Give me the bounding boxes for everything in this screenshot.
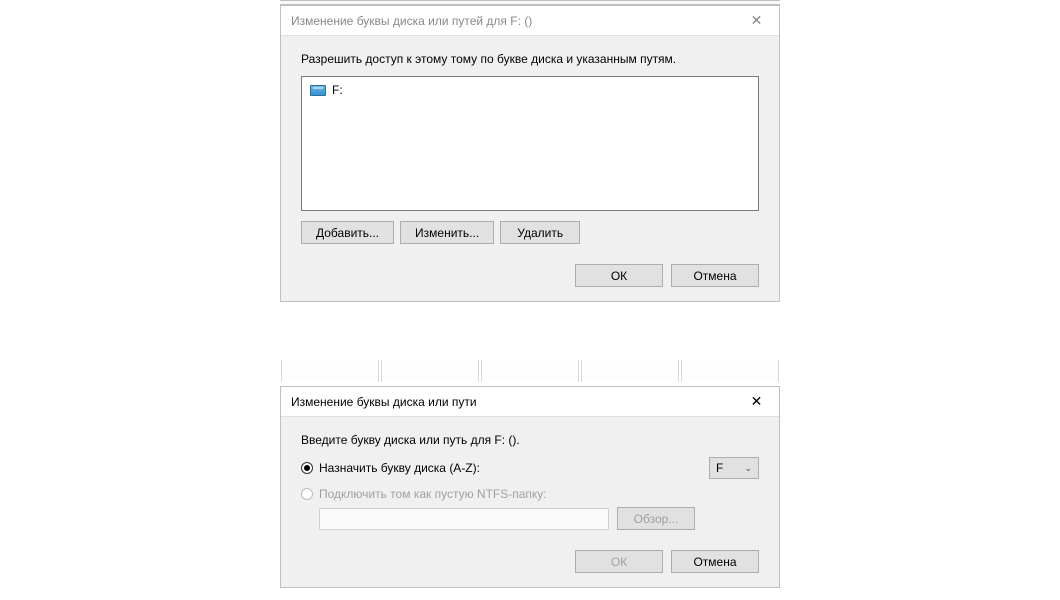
- chevron-down-icon: ⌄: [744, 463, 752, 474]
- dialog2-title: Изменение буквы диска или пути: [291, 395, 477, 409]
- dialog2-body: Введите букву диска или путь для F: (). …: [281, 417, 779, 587]
- close-button-1[interactable]: ✕: [734, 6, 779, 36]
- drive-paths-dialog: Изменение буквы диска или путей для F: (…: [280, 5, 780, 302]
- dialog1-instruction: Разрешить доступ к этому тому по букве д…: [301, 52, 759, 66]
- dialog2-instruction: Введите букву диска или путь для F: ().: [301, 433, 759, 447]
- drive-letter-select[interactable]: F ⌄: [709, 457, 759, 479]
- mount-folder-row: Подключить том как пустую NTFS-папку:: [301, 487, 759, 501]
- edit-button-row: Добавить... Изменить... Удалить: [301, 221, 759, 244]
- cancel-button-1[interactable]: Отмена: [671, 264, 759, 287]
- titlebar-1: Изменение буквы диска или путей для F: (…: [281, 6, 779, 36]
- selected-letter: F: [716, 461, 723, 475]
- ok-button-1[interactable]: ОК: [575, 264, 663, 287]
- add-button[interactable]: Добавить...: [301, 221, 394, 244]
- change-button[interactable]: Изменить...: [400, 221, 494, 244]
- close-button-2[interactable]: ✕: [734, 387, 779, 417]
- divider-seg: [381, 360, 479, 382]
- divider-seg: [281, 360, 379, 382]
- change-letter-dialog: Изменение буквы диска или пути ✕ Введите…: [280, 386, 780, 588]
- radio-mount-label: Подключить том как пустую NTFS-папку:: [319, 487, 547, 501]
- divider-seg: [481, 360, 579, 382]
- close-icon: ✕: [751, 12, 763, 29]
- assign-letter-row: Назначить букву диска (A-Z): F ⌄: [301, 457, 759, 479]
- dialog1-title: Изменение буквы диска или путей для F: (…: [291, 14, 532, 28]
- dialog1-action-row: ОК Отмена: [301, 264, 759, 287]
- browse-button: Обзор...: [617, 507, 695, 530]
- radio-icon: [301, 488, 313, 500]
- titlebar-2: Изменение буквы диска или пути ✕: [281, 387, 779, 417]
- dialog2-action-row: ОК Отмена: [301, 550, 759, 573]
- paths-listbox[interactable]: F:: [301, 76, 759, 211]
- cancel-button-2[interactable]: Отмена: [671, 550, 759, 573]
- browse-row: Обзор...: [301, 507, 759, 530]
- radio-mount-folder[interactable]: Подключить том как пустую NTFS-папку:: [301, 487, 547, 501]
- background-divider: [280, 360, 780, 382]
- close-icon: ✕: [751, 393, 763, 410]
- divider-seg: [581, 360, 679, 382]
- radio-assign-label: Назначить букву диска (A-Z):: [319, 461, 480, 475]
- drive-letter-label: F:: [332, 83, 343, 97]
- drive-icon: [310, 85, 326, 96]
- dialog1-body: Разрешить доступ к этому тому по букве д…: [281, 36, 779, 301]
- radio-icon: [301, 462, 313, 474]
- ok-button-2: ОК: [575, 550, 663, 573]
- divider-seg: [681, 360, 779, 382]
- delete-button[interactable]: Удалить: [500, 221, 580, 244]
- mount-path-input: [319, 508, 609, 530]
- list-item[interactable]: F:: [306, 81, 754, 99]
- radio-assign-letter[interactable]: Назначить букву диска (A-Z):: [301, 461, 480, 475]
